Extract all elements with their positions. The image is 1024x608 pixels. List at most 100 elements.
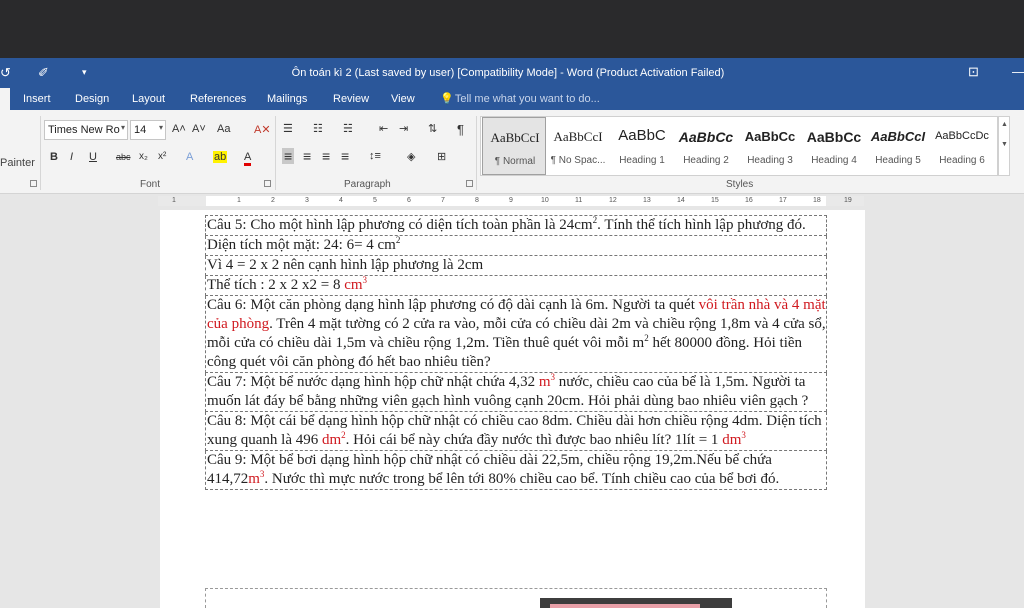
decrease-indent-icon[interactable]: ⇤ xyxy=(379,122,388,135)
style-normal[interactable]: AaBbCcI ¶ Normal xyxy=(482,117,546,175)
group-divider xyxy=(40,116,41,190)
ruler-number: 12 xyxy=(609,197,617,204)
style-sample: AaBbCc xyxy=(744,129,796,144)
sort-icon[interactable]: ⇅ xyxy=(428,122,437,135)
tab-review[interactable]: Review xyxy=(333,93,369,105)
font-color-icon[interactable]: A xyxy=(244,151,252,166)
ruler-number: 11 xyxy=(575,197,583,204)
increase-indent-icon[interactable]: ⇥ xyxy=(399,122,408,135)
shading-icon[interactable]: ◈ xyxy=(407,150,415,163)
clipboard-launcher-icon[interactable] xyxy=(30,180,37,187)
align-left-icon[interactable]: ≡ xyxy=(282,148,295,164)
title-bar: ↺ ✐ ▾ Ôn toán kì 2 (Last saved by user) … xyxy=(0,58,1024,88)
red-unit: m xyxy=(248,471,260,487)
line-spacing-icon[interactable]: ↕≡ xyxy=(369,150,381,162)
styles-group-label: Styles xyxy=(726,179,754,190)
style-sample: AaBbCcI xyxy=(553,129,603,144)
font-name-value: Times New Ro xyxy=(48,124,120,136)
tab-home-active[interactable] xyxy=(0,88,10,110)
numbering-icon[interactable]: ☷ xyxy=(313,122,323,135)
text-effects-icon[interactable]: A xyxy=(186,151,193,163)
document-table: Câu 5: Cho một hình lập phương có diện t… xyxy=(205,215,827,490)
paragraph-launcher-icon[interactable] xyxy=(466,180,473,187)
group-divider xyxy=(275,116,276,190)
grow-font-icon[interactable]: A˄ xyxy=(172,123,186,135)
superscript: 2 xyxy=(395,235,401,245)
tab-layout[interactable]: Layout xyxy=(132,93,165,105)
styles-gallery: AaBbCcI ¶ Normal AaBbCcI ¶ No Spac... Aa… xyxy=(480,116,998,176)
ruler-number: 5 xyxy=(373,197,377,204)
red-unit: dm xyxy=(321,432,342,448)
table-row[interactable]: Vì 4 = 2 x 2 nên cạnh hình lập phương là… xyxy=(205,256,827,276)
bullets-icon[interactable]: ☰ xyxy=(283,122,293,135)
style-sample: AaBbCc xyxy=(806,129,862,145)
red-unit: m xyxy=(538,374,551,390)
font-launcher-icon[interactable] xyxy=(264,180,271,187)
screen-top-bar xyxy=(0,0,1024,58)
align-center-icon[interactable]: ≡ xyxy=(303,148,311,164)
ruler-number: 14 xyxy=(677,197,685,204)
table-row[interactable]: Câu 8: Một cái bể dạng hình hộp chữ nhật… xyxy=(205,412,827,451)
tab-insert[interactable]: Insert xyxy=(23,93,51,105)
bold-button[interactable]: B xyxy=(50,151,58,163)
clear-formatting-icon[interactable]: A✕ xyxy=(254,123,271,136)
horizontal-ruler[interactable]: 1 1 2 3 4 5 6 7 8 9 10 11 12 13 14 15 16… xyxy=(158,196,864,206)
table-row[interactable]: Diện tích một mặt: 24: 6= 4 cm2 xyxy=(205,236,827,256)
tell-me-box[interactable]: 💡 Tell me what you want to do... xyxy=(440,92,600,105)
style-name: Heading 3 xyxy=(747,155,793,166)
chevron-down-icon: ▾ xyxy=(158,123,163,132)
tab-view[interactable]: View xyxy=(391,93,415,105)
highlight-icon[interactable]: ab xyxy=(213,151,228,163)
ribbon-tabs: Insert Design Layout References Mailings… xyxy=(0,88,1024,110)
tab-mailings[interactable]: Mailings xyxy=(267,93,307,105)
style-name: Heading 1 xyxy=(619,155,665,166)
font-size-box[interactable]: 14 ▾ xyxy=(130,120,166,140)
table-row[interactable]: Câu 7: Một bể nước dạng hình hộp chữ nhậ… xyxy=(205,373,827,412)
paragraph-group-label: Paragraph xyxy=(344,179,391,190)
underline-button[interactable]: U xyxy=(89,151,97,163)
change-case-icon[interactable]: Aa xyxy=(217,123,230,135)
table-row[interactable]: Câu 9: Một bể bơi dạng hình hộp chữ nhật… xyxy=(205,451,827,490)
minimize-icon[interactable]: — xyxy=(1012,64,1024,79)
justify-icon[interactable]: ≡ xyxy=(341,148,349,164)
q6-text: Câu 6: Một căn phòng dạng hình lập phươn… xyxy=(207,297,699,313)
style-heading-2[interactable]: AaBbCc Heading 2 xyxy=(674,117,738,175)
font-name-box[interactable]: Times New Ro ▾ xyxy=(44,120,128,140)
tab-references[interactable]: References xyxy=(190,93,246,105)
scroll-down-icon[interactable]: ▼ xyxy=(1001,141,1008,148)
strikethrough-button[interactable]: abc xyxy=(116,152,131,162)
style-name: Heading 6 xyxy=(939,155,985,166)
ruler-number: 8 xyxy=(475,197,479,204)
q8-text-mid: . Hỏi cái bể này chứa đầy nước thì được … xyxy=(345,432,723,448)
ribbon-display-icon[interactable]: ⊡ xyxy=(968,64,979,80)
next-table[interactable] xyxy=(205,588,827,608)
style-no-spacing[interactable]: AaBbCcI ¶ No Spac... xyxy=(546,117,610,175)
table-row[interactable]: Câu 5: Cho một hình lập phương có diện t… xyxy=(205,215,827,236)
group-divider xyxy=(476,116,477,190)
table-row[interactable]: Câu 6: Một căn phòng dạng hình lập phươn… xyxy=(205,296,827,373)
align-right-icon[interactable]: ≡ xyxy=(322,148,330,164)
format-painter-label[interactable]: Painter xyxy=(0,157,35,169)
styles-scrollbar[interactable]: ▲ ▼ xyxy=(998,116,1010,176)
superscript-button[interactable]: x² xyxy=(158,151,166,162)
italic-button[interactable]: I xyxy=(70,151,73,163)
style-heading-5[interactable]: AaBbCcI Heading 5 xyxy=(866,117,930,175)
since-text: Vì 4 = 2 x 2 nên cạnh hình lập phương là… xyxy=(207,257,484,273)
table-row[interactable]: Thể tích : 2 x 2 x2 = 8 cm3 xyxy=(205,276,827,296)
style-name: Heading 4 xyxy=(811,155,857,166)
q7-text: Câu 7: Một bể nước dạng hình hộp chữ nhậ… xyxy=(207,374,539,390)
show-marks-icon[interactable]: ¶ xyxy=(457,122,464,137)
style-heading-4[interactable]: AaBbCc Heading 4 xyxy=(802,117,866,175)
style-heading-3[interactable]: AaBbCc Heading 3 xyxy=(738,117,802,175)
ruler-number: 2 xyxy=(271,197,275,204)
document-page[interactable]: Câu 5: Cho một hình lập phương có diện t… xyxy=(160,210,865,608)
multilevel-list-icon[interactable]: ☵ xyxy=(343,122,353,135)
style-name: ¶ No Spac... xyxy=(550,155,606,166)
tab-design[interactable]: Design xyxy=(75,93,109,105)
borders-icon[interactable]: ⊞ xyxy=(437,150,446,163)
style-heading-1[interactable]: AaBbC Heading 1 xyxy=(610,117,674,175)
style-heading-6[interactable]: AaBbCcDc Heading 6 xyxy=(930,117,994,175)
scroll-up-icon[interactable]: ▲ xyxy=(1001,121,1008,128)
subscript-button[interactable]: x₂ xyxy=(139,151,148,162)
shrink-font-icon[interactable]: A˅ xyxy=(192,123,206,135)
